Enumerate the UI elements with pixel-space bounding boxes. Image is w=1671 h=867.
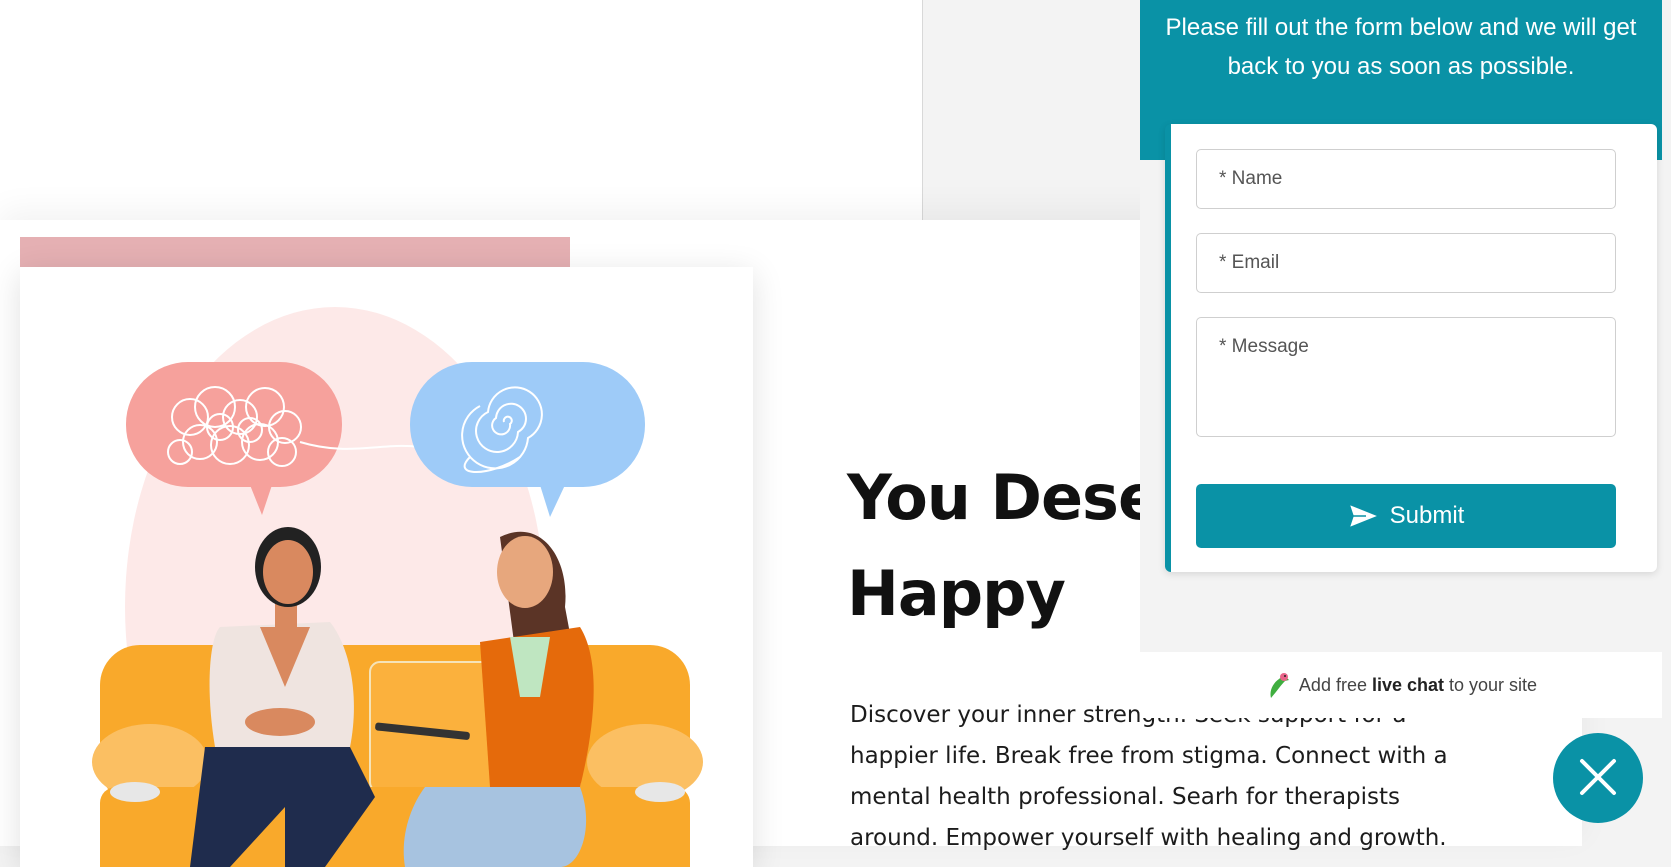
name-field[interactable]: [1196, 149, 1616, 209]
widget-footer-link[interactable]: Add free live chat to your site: [1140, 652, 1662, 718]
submit-button[interactable]: Submit: [1196, 484, 1616, 548]
close-chat-button[interactable]: [1553, 733, 1643, 823]
hero-image-card: [20, 267, 753, 867]
footer-text: Add free live chat to your site: [1298, 674, 1538, 695]
widget-intro-text: Please fill out the form below and we wi…: [1165, 14, 1637, 80]
section-divider: [922, 0, 923, 220]
send-icon: [1347, 502, 1380, 530]
image-accent-bar: [20, 237, 570, 267]
hero-description: Discover your inner strength. Seek suppo…: [850, 702, 1448, 851]
therapy-session-illustration: [92, 307, 703, 867]
email-field[interactable]: [1196, 233, 1616, 293]
message-field[interactable]: [1196, 317, 1616, 437]
close-icon: [1578, 757, 1618, 800]
contact-form: Submit: [1165, 124, 1657, 572]
sofa: [92, 645, 703, 867]
bird-logo-icon: [1265, 671, 1291, 699]
contact-widget: Please fill out the form below and we wi…: [1140, 0, 1662, 718]
submit-label: Submit: [1389, 502, 1465, 529]
